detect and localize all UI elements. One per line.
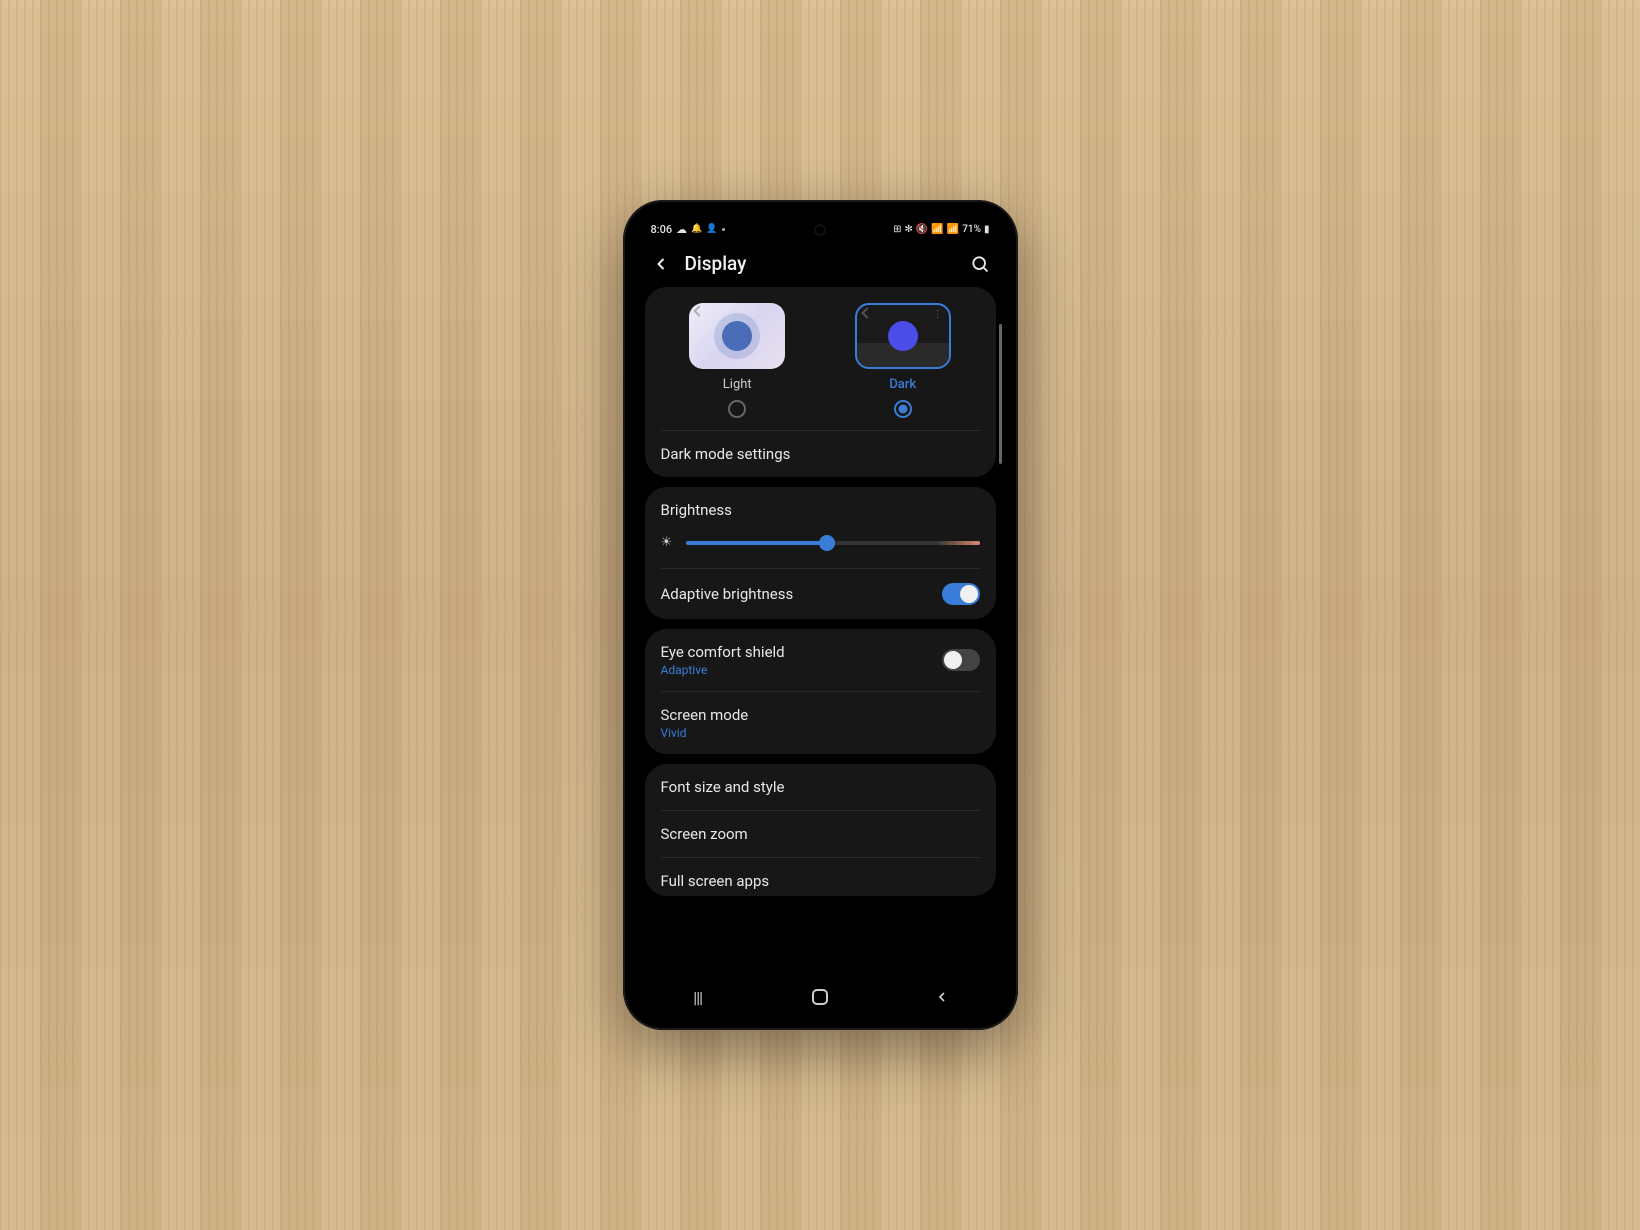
font-size-row[interactable]: Font size and style	[645, 764, 996, 810]
back-button[interactable]	[651, 254, 671, 274]
brightness-slider[interactable]	[686, 541, 979, 545]
screen-mode-row[interactable]: Screen mode Vivid	[645, 692, 996, 754]
light-radio[interactable]	[728, 400, 746, 418]
slider-fill	[686, 541, 827, 545]
nav-recents-button[interactable]: |||	[668, 985, 728, 1009]
wifi-icon: 📶	[931, 224, 943, 235]
brightness-slider-wrap: ☀	[661, 535, 980, 550]
screen-mode-sub: Vivid	[661, 726, 749, 740]
nav-back-button[interactable]	[912, 985, 972, 1009]
dark-preview-icon: ⋮	[855, 303, 951, 369]
full-screen-apps-label: Full screen apps	[661, 872, 770, 890]
cloud-icon: ☁	[676, 223, 687, 236]
mute-icon: 🔇	[916, 224, 928, 235]
screen-zoom-row[interactable]: Screen zoom	[645, 811, 996, 857]
page-title: Display	[685, 252, 970, 275]
full-screen-apps-row[interactable]: Full screen apps	[645, 858, 996, 896]
status-time: 8:06	[651, 223, 673, 236]
settings-status-icon: ✻	[905, 224, 913, 235]
status-bar-right: ⊞ ✻ 🔇 📶 📶 71% ▮	[893, 224, 989, 235]
adaptive-brightness-label: Adaptive brightness	[661, 585, 794, 603]
eye-comfort-label: Eye comfort shield	[661, 643, 785, 661]
adaptive-brightness-row[interactable]: Adaptive brightness	[645, 569, 996, 619]
theme-option-light[interactable]: Light	[689, 303, 785, 418]
eye-comfort-sub: Adaptive	[661, 663, 785, 677]
nav-home-button[interactable]	[790, 985, 850, 1009]
back-icon	[934, 989, 950, 1005]
display-options-card: Eye comfort shield Adaptive Screen mode …	[645, 629, 996, 754]
more-notifications-dot	[722, 228, 725, 231]
search-button[interactable]	[970, 254, 990, 274]
adaptive-brightness-toggle[interactable]	[942, 583, 980, 605]
theme-option-dark[interactable]: ⋮ Dark	[855, 303, 951, 418]
slider-thumb[interactable]	[819, 535, 835, 551]
light-label: Light	[723, 377, 752, 392]
dark-label: Dark	[889, 377, 916, 392]
dark-mode-settings-label: Dark mode settings	[661, 445, 791, 463]
notification-icon: 🔔	[691, 224, 702, 234]
font-zoom-card: Font size and style Screen zoom Full scr…	[645, 764, 996, 896]
camera-punch-hole	[814, 224, 826, 236]
status-bar-left: 8:06 ☁ 🔔 👤	[651, 223, 725, 236]
battery-icon: ▮	[984, 224, 990, 235]
eye-comfort-row[interactable]: Eye comfort shield Adaptive	[645, 629, 996, 691]
content-scroll[interactable]: Light ⋮ Dark Dark mode settings	[637, 287, 1004, 989]
brightness-sun-icon: ☀	[661, 535, 673, 550]
dark-radio[interactable]	[894, 400, 912, 418]
dark-mode-settings-row[interactable]: Dark mode settings	[645, 431, 996, 477]
screen-zoom-label: Screen zoom	[661, 825, 748, 843]
eye-comfort-toggle[interactable]	[942, 649, 980, 671]
page-header: Display	[637, 244, 1004, 287]
brightness-card: Brightness ☀ Adaptive brightness	[645, 487, 996, 619]
phone-frame: 8:06 ☁ 🔔 👤 ⊞ ✻ 🔇 📶 📶 71% ▮ Display	[623, 200, 1018, 1030]
navigation-bar: |||	[637, 978, 1004, 1016]
brightness-label: Brightness	[661, 501, 980, 519]
home-icon	[812, 989, 828, 1005]
scrollbar-thumb[interactable]	[999, 324, 1002, 464]
theme-options: Light ⋮ Dark	[645, 287, 996, 430]
notification-icon-2: 👤	[706, 224, 717, 234]
light-preview-icon	[689, 303, 785, 369]
screen-mode-label: Screen mode	[661, 706, 749, 724]
signal-icon: 📶	[947, 224, 959, 235]
brightness-section: Brightness ☀	[645, 487, 996, 568]
font-size-label: Font size and style	[661, 778, 785, 796]
nfc-icon: ⊞	[893, 224, 901, 235]
phone-screen: 8:06 ☁ 🔔 👤 ⊞ ✻ 🔇 📶 📶 71% ▮ Display	[637, 214, 1004, 1016]
battery-percent: 71%	[962, 224, 981, 235]
slider-warm-zone	[936, 541, 980, 545]
recents-icon: |||	[693, 988, 702, 1007]
theme-card: Light ⋮ Dark Dark mode settings	[645, 287, 996, 477]
